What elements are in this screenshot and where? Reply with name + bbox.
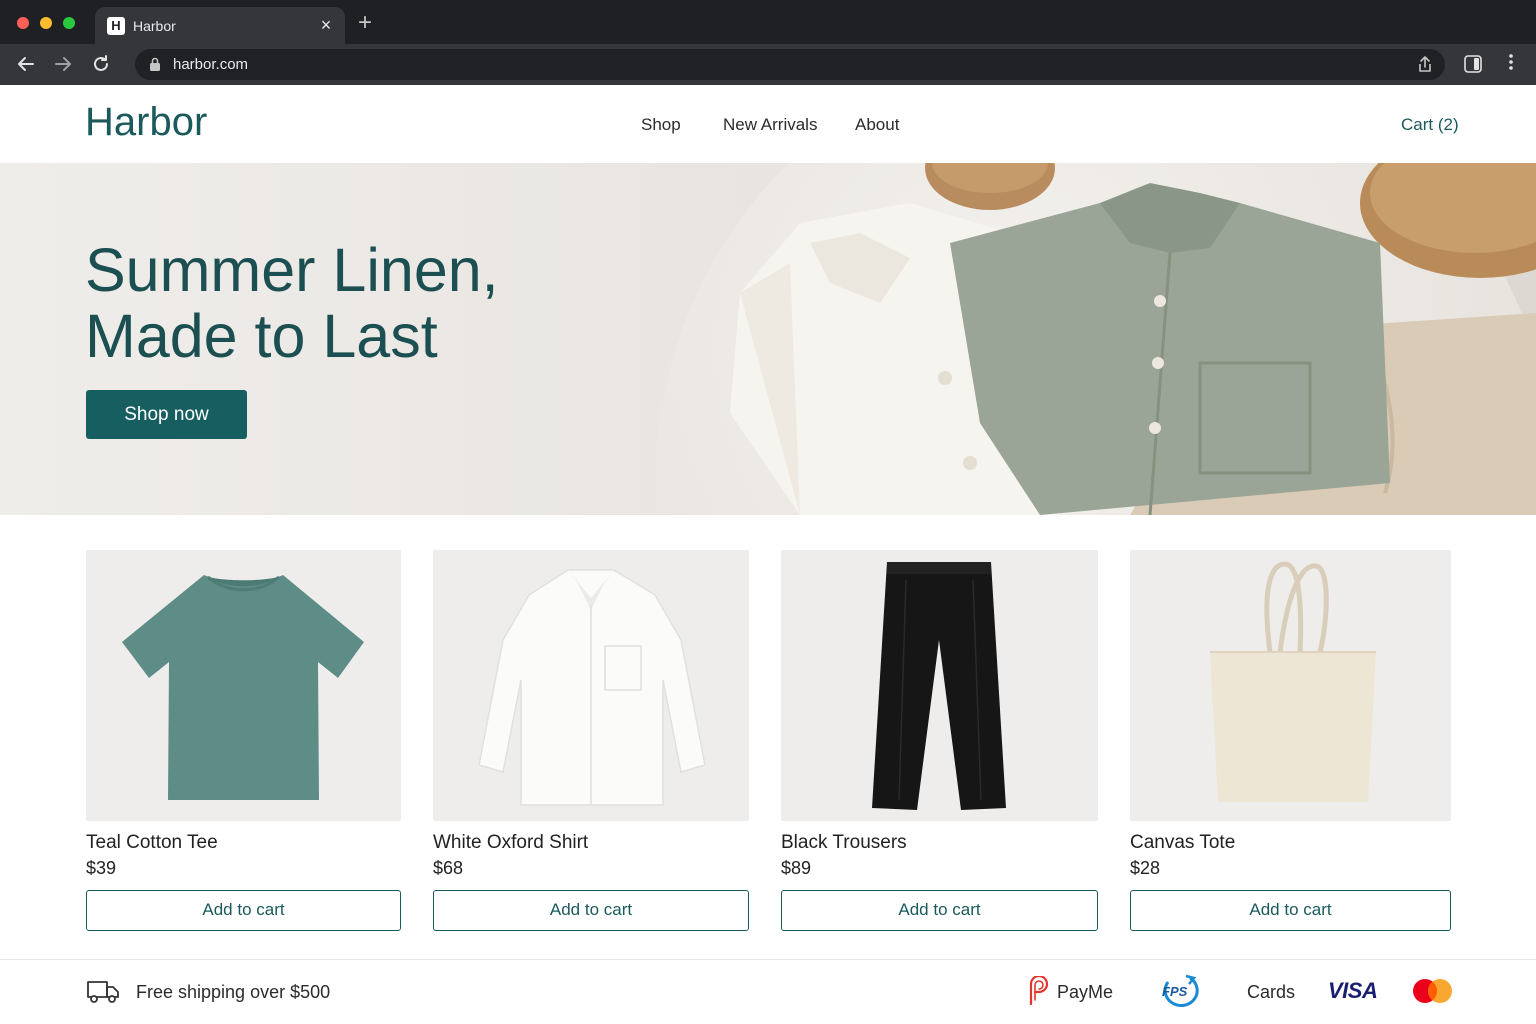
product-price: $28 xyxy=(1130,858,1161,878)
new-tab-icon[interactable]: + xyxy=(358,9,372,37)
site-header: Harbor Shop New Arrivals About Cart (2) xyxy=(0,85,1536,163)
product-card-oxford-shirt: White Oxford Shirt $68 Add to cart xyxy=(433,550,749,931)
visa-logo: VISA xyxy=(1328,978,1378,1003)
product-name[interactable]: Black Trousers xyxy=(781,832,907,854)
footer-bar: Free shipping over $500 PayMe FPS Cards … xyxy=(0,960,1536,1024)
payme-icon xyxy=(1026,974,1050,1011)
add-to-cart-button[interactable]: Add to cart xyxy=(86,890,401,931)
window-minimize-button[interactable] xyxy=(40,17,52,29)
tab-title: Harbor xyxy=(133,18,176,34)
free-shipping-text: Free shipping over $500 xyxy=(136,982,331,1002)
favicon-icon: H xyxy=(107,17,125,35)
add-to-cart-button[interactable]: Add to cart xyxy=(781,890,1098,931)
fps-icon: FPS xyxy=(1158,974,1200,1013)
product-name[interactable]: Teal Cotton Tee xyxy=(86,832,218,854)
window-zoom-button[interactable] xyxy=(63,17,75,29)
lock-icon xyxy=(149,56,161,77)
share-icon[interactable] xyxy=(1417,55,1433,78)
add-to-cart-button[interactable]: Add to cart xyxy=(433,890,749,931)
product-image-shirt[interactable] xyxy=(433,550,749,821)
hero-banner: Summer Linen, Made to Last Shop now xyxy=(0,163,1536,515)
product-card-black-trousers: Black Trousers $89 Add to cart xyxy=(781,550,1098,931)
product-card-teal-tee: Teal Cotton Tee $39 Add to cart xyxy=(86,550,401,931)
product-price: $39 xyxy=(86,858,117,878)
window-close-button[interactable] xyxy=(17,17,29,29)
cards-label: Cards xyxy=(1247,982,1296,1002)
hero-title-line1: Summer Linen, xyxy=(85,236,499,304)
product-price: $89 xyxy=(781,858,812,878)
nav-new-arrivals[interactable]: New Arrivals xyxy=(723,114,817,136)
product-name[interactable]: White Oxford Shirt xyxy=(433,832,588,854)
tab-close-icon[interactable]: × xyxy=(317,14,335,36)
fps-logo-text: FPS xyxy=(1162,984,1188,999)
hero-title-line2: Made to Last xyxy=(85,302,438,370)
product-image-tote[interactable] xyxy=(1130,550,1451,821)
hero-title: Summer Linen, Made to Last xyxy=(85,237,499,369)
reload-icon[interactable] xyxy=(89,52,113,76)
hero-linen-image xyxy=(730,163,1536,515)
product-card-canvas-tote: Canvas Tote $28 Add to cart xyxy=(1130,550,1451,931)
forward-icon[interactable] xyxy=(51,52,75,76)
browser-tab[interactable]: H Harbor × xyxy=(95,7,345,44)
product-price: $68 xyxy=(433,858,464,878)
nav-about[interactable]: About xyxy=(855,114,899,136)
product-name[interactable]: Canvas Tote xyxy=(1130,832,1235,854)
back-icon[interactable] xyxy=(14,52,38,76)
mastercard-icon xyxy=(1412,978,1454,1009)
nav-shop[interactable]: Shop xyxy=(641,114,681,136)
sidepanel-icon[interactable] xyxy=(1464,55,1482,78)
product-image-tee[interactable] xyxy=(86,550,401,821)
cart-link[interactable]: Cart (2) xyxy=(1401,114,1459,136)
browser-toolbar: harbor.com xyxy=(0,44,1536,85)
product-image-trousers[interactable] xyxy=(781,550,1098,821)
url-text[interactable]: harbor.com xyxy=(173,55,248,74)
add-to-cart-button[interactable]: Add to cart xyxy=(1130,890,1451,931)
browser-tabbar: H Harbor × + xyxy=(0,0,1536,44)
shop-now-button[interactable]: Shop now xyxy=(86,390,247,439)
menu-icon[interactable] xyxy=(1504,52,1518,78)
site-logo[interactable]: Harbor xyxy=(85,97,207,147)
address-bar[interactable]: harbor.com xyxy=(135,49,1445,80)
truck-icon xyxy=(86,978,120,1009)
payme-label: PayMe xyxy=(1057,982,1114,1002)
